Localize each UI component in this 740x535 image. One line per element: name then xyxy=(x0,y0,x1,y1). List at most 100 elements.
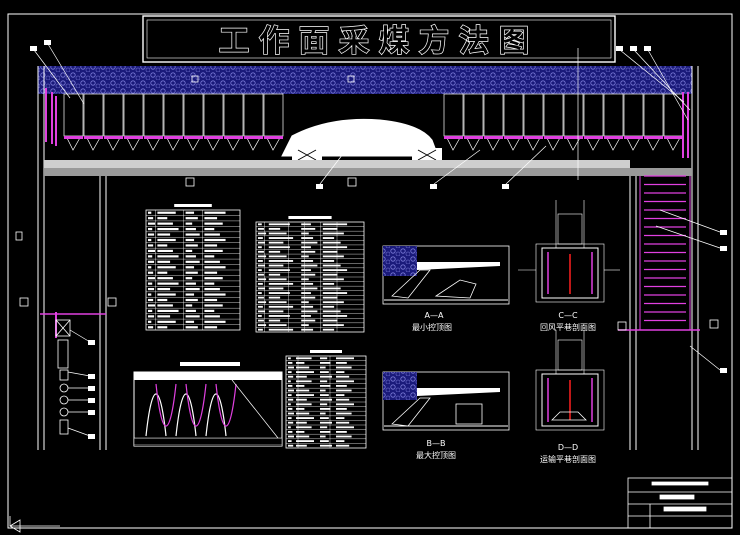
table-cell-text xyxy=(296,440,314,443)
table-cell-text xyxy=(301,223,311,226)
table-cell-text xyxy=(148,249,156,252)
table-cell-text xyxy=(204,233,220,236)
support-shield xyxy=(123,93,144,137)
table-cell-text xyxy=(322,287,341,290)
table-cell-text xyxy=(336,444,350,447)
table-cell-text xyxy=(204,309,215,312)
section-aa-caption: 最小控顶图 xyxy=(412,322,452,332)
table-cell-text xyxy=(157,320,176,323)
support-canopy xyxy=(604,136,623,139)
callout-tag xyxy=(30,46,37,51)
table-cell-text xyxy=(322,237,335,239)
table-cell-text xyxy=(288,398,294,401)
table-cell-text xyxy=(296,366,310,369)
table-cell-text xyxy=(301,305,314,308)
table-cell-text xyxy=(301,273,316,276)
table-cell-text xyxy=(157,277,173,280)
table-cell-text xyxy=(320,407,331,410)
section-cc-code: C—C xyxy=(558,311,578,320)
table-cell-text xyxy=(288,361,293,364)
table-cell-text xyxy=(320,426,328,429)
table-cell-text xyxy=(268,269,290,272)
table-cell-text xyxy=(268,278,287,281)
table-cell-text xyxy=(322,223,348,226)
table-cell-text xyxy=(268,260,294,262)
table-cell-text xyxy=(322,324,344,327)
table-cell-text xyxy=(185,298,198,302)
table-cell-text xyxy=(336,394,345,397)
table-cell-text xyxy=(185,282,196,285)
table-title xyxy=(310,350,342,353)
callout-tag xyxy=(430,184,437,189)
callout-tag xyxy=(720,246,727,251)
table-cell-text xyxy=(288,394,292,397)
support-shield xyxy=(563,93,584,137)
table-cell-text xyxy=(320,412,326,415)
table-cell-text xyxy=(320,357,328,360)
support-canopy xyxy=(204,136,223,139)
section-dd: D—D 运输平巷剖面图 xyxy=(535,330,605,464)
table-cell-text xyxy=(258,278,267,281)
table-cell-text xyxy=(296,384,305,387)
table-cell-text xyxy=(288,421,294,424)
table-cell-text xyxy=(157,315,171,318)
table-cell-text xyxy=(336,366,352,369)
table-cell-text xyxy=(185,233,200,236)
table-cell-text xyxy=(204,271,218,274)
table-cell-text xyxy=(204,217,218,220)
table-cell-text xyxy=(320,384,331,387)
table-cell-text xyxy=(258,301,267,304)
table-cell-text xyxy=(157,255,179,258)
ucs-icon xyxy=(9,516,60,533)
table-cell-text xyxy=(288,412,294,415)
table-cell-text xyxy=(296,430,305,433)
table-cell-text xyxy=(268,310,284,313)
callout-tag xyxy=(316,184,323,189)
table-cell-text xyxy=(258,310,266,313)
table-cell-text xyxy=(301,282,314,285)
table-cell-text xyxy=(301,255,309,258)
table-cell-text xyxy=(148,315,155,318)
table-cell-text xyxy=(296,389,310,392)
table-cell-text xyxy=(336,375,350,378)
table-cell-text xyxy=(320,380,328,383)
table-indicators xyxy=(285,350,367,449)
table-cell-text xyxy=(258,273,264,276)
table-cell-text xyxy=(268,227,281,230)
table-cell-text xyxy=(336,398,350,401)
cycle-curve xyxy=(185,383,207,427)
table-cell-text xyxy=(258,227,264,230)
section-markers xyxy=(15,75,719,331)
table-cell-text xyxy=(204,222,223,225)
table-cell-text xyxy=(320,403,328,406)
support-canopy xyxy=(504,136,523,139)
table-cell-text xyxy=(204,298,218,302)
table-cell-text xyxy=(268,273,281,276)
table-cell-text xyxy=(157,217,168,220)
callout-tag xyxy=(502,184,509,189)
table-cell-text xyxy=(288,417,292,420)
support-shield xyxy=(103,93,124,137)
table-cell-text xyxy=(336,417,345,420)
table-cell-text xyxy=(320,398,332,401)
table-cell-text xyxy=(336,361,347,364)
table-cell-text xyxy=(296,444,307,447)
left-roadway-equipment xyxy=(55,319,71,435)
cycle-curve xyxy=(215,383,237,427)
support-canopy xyxy=(224,136,243,139)
support-shield xyxy=(463,93,484,137)
table-cell-text xyxy=(296,375,307,378)
support-shield xyxy=(143,93,164,137)
cycle-curves xyxy=(145,383,237,437)
support-shield xyxy=(623,93,644,137)
table-cell-text xyxy=(320,389,326,392)
table-cell-text xyxy=(148,238,152,242)
table-cell-text xyxy=(288,444,294,447)
table-cell-text xyxy=(336,384,347,387)
table-cell-text xyxy=(336,440,345,443)
table-cell-text xyxy=(296,357,312,360)
table-cell-text xyxy=(258,223,262,226)
table-cell-text xyxy=(204,266,226,269)
table-cell-text xyxy=(204,277,223,280)
table-cell-text xyxy=(204,211,226,214)
